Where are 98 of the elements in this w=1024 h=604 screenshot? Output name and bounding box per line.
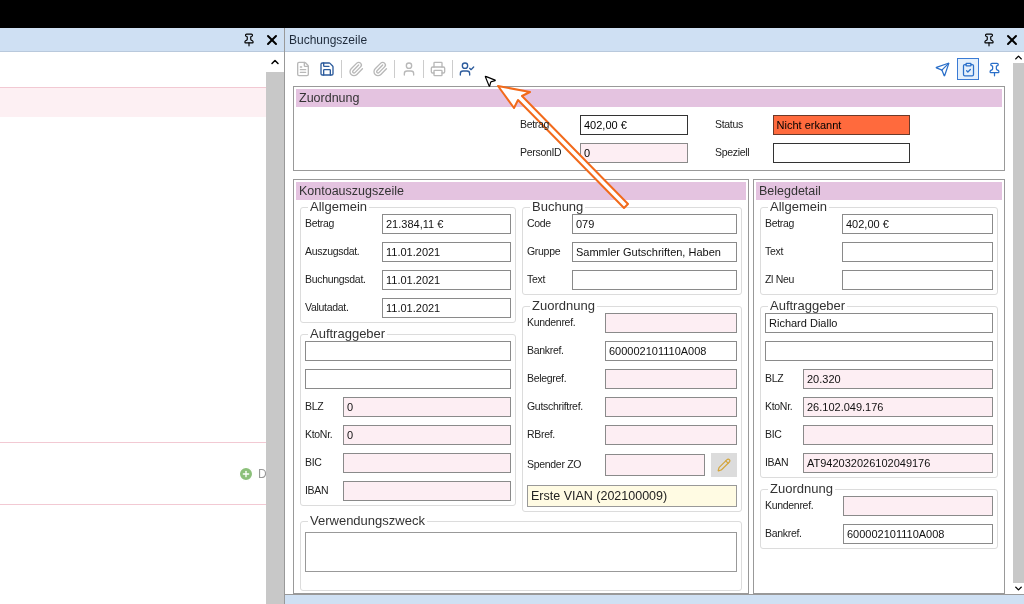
text-field[interactable] xyxy=(605,425,737,445)
text-field[interactable]: Sammler Gutschriften, Haben xyxy=(572,242,737,262)
field-label: BIC xyxy=(305,455,323,471)
text-field[interactable]: AT942032026102049176 xyxy=(803,453,993,473)
text-field[interactable] xyxy=(305,341,511,361)
edit-button[interactable] xyxy=(711,453,737,477)
text-field[interactable]: 0 xyxy=(580,143,688,163)
field-label: Spender ZO xyxy=(527,457,583,473)
field-label: IBAN xyxy=(305,483,330,499)
text-field[interactable]: 0 xyxy=(343,397,511,417)
text-field[interactable] xyxy=(803,425,993,445)
save-icon xyxy=(319,61,335,77)
scrollbar[interactable] xyxy=(266,52,284,604)
group-title: Allgemein xyxy=(309,200,369,214)
person-icon xyxy=(401,61,417,77)
scrollbar[interactable] xyxy=(1013,52,1024,594)
field-label: Kundenref. xyxy=(765,498,815,514)
printer-icon xyxy=(430,61,446,77)
text-field[interactable] xyxy=(605,369,737,389)
text-field[interactable] xyxy=(572,270,737,290)
group-title: Auftraggeber xyxy=(769,299,847,313)
text-field[interactable]: 11.01.2021 xyxy=(382,270,511,290)
field-label: Betrag xyxy=(765,216,796,232)
group-title: Zuordnung xyxy=(769,482,834,496)
pencil-icon xyxy=(717,458,731,472)
field-label: Speziell xyxy=(715,145,751,161)
field-label: Status xyxy=(715,117,744,133)
text-field[interactable]: 26.102.049.176 xyxy=(803,397,993,417)
text-field[interactable] xyxy=(842,270,993,290)
text-field[interactable]: 600002101110A008 xyxy=(605,341,737,361)
toolbar-button[interactable] xyxy=(957,58,979,80)
text-field[interactable]: Richard Diallo xyxy=(765,313,993,333)
text-field[interactable]: 20.320 xyxy=(803,369,993,389)
group-title: Verwendungszweck xyxy=(309,514,426,528)
group-title: Zuordnung xyxy=(531,299,596,313)
field-label: Auszugsdat. xyxy=(305,244,361,260)
text-field[interactable]: 11.01.2021 xyxy=(382,298,511,318)
text-field[interactable] xyxy=(305,369,511,389)
field-label: Bankref. xyxy=(527,343,565,359)
field-label: KtoNr. xyxy=(765,399,794,415)
section-header: Kontoauszugszeile xyxy=(296,182,746,200)
field-label: BLZ xyxy=(305,399,325,415)
group-title: Buchung xyxy=(531,200,585,214)
add-icon[interactable] xyxy=(238,465,254,482)
pin-icon xyxy=(986,61,1002,77)
text-field[interactable]: Nicht erkannt xyxy=(772,115,910,135)
text-field[interactable] xyxy=(842,242,993,262)
text-field[interactable]: 11.01.2021 xyxy=(382,242,511,262)
paperclip-icon xyxy=(372,61,388,77)
person-check-icon xyxy=(459,61,475,77)
field-label: Gutschriftref. xyxy=(527,399,584,415)
field-label: Bankref. xyxy=(765,526,803,542)
field-label: RBref. xyxy=(527,427,556,443)
pin-icon[interactable] xyxy=(242,32,256,47)
section-header: Zuordnung xyxy=(296,89,1002,107)
field-label: Text xyxy=(765,244,785,260)
field-label: Code xyxy=(527,216,552,232)
field-label: IBAN xyxy=(765,455,790,471)
text-field[interactable] xyxy=(605,313,737,333)
paperclip-icon xyxy=(348,61,364,77)
group-title: Auftraggeber xyxy=(309,327,387,341)
field-label: Betrag xyxy=(305,216,336,232)
text-field[interactable]: 21.384,11 € xyxy=(382,214,511,234)
text-field[interactable] xyxy=(343,481,511,501)
text-field[interactable] xyxy=(843,496,993,516)
section-header: Belegdetail xyxy=(756,182,1002,200)
text-field[interactable] xyxy=(605,397,737,417)
field-label: Gruppe xyxy=(527,244,562,260)
field-label: BLZ xyxy=(765,371,785,387)
scroll-down-icon[interactable] xyxy=(1013,583,1024,594)
pin-icon[interactable] xyxy=(982,32,996,47)
panel-title: Buchungszeile xyxy=(289,31,369,49)
send-icon xyxy=(934,61,950,77)
scroll-up-icon[interactable] xyxy=(1013,52,1024,63)
text-field[interactable]: 0 xyxy=(343,425,511,445)
text-area[interactable] xyxy=(305,532,737,572)
cursor-icon xyxy=(483,74,497,88)
text-field[interactable]: 079 xyxy=(572,214,737,234)
field-label: Kundenref. xyxy=(527,315,577,331)
group-title: Allgemein xyxy=(769,200,829,214)
text-field[interactable] xyxy=(605,454,705,476)
field-label: KtoNr. xyxy=(305,427,334,443)
text-field[interactable] xyxy=(772,143,910,163)
text-field[interactable] xyxy=(343,453,511,473)
field-label: Valutadat. xyxy=(305,300,350,316)
field-label: Zl Neu xyxy=(765,272,796,288)
field-label: BIC xyxy=(765,427,783,443)
text-field[interactable]: 402,00 € xyxy=(580,115,688,135)
document-icon xyxy=(295,61,311,77)
field-label: Text xyxy=(527,272,547,288)
text-field[interactable] xyxy=(765,341,993,361)
donor-info: Erste VIAN (202100009) xyxy=(527,485,737,507)
clipboard-check-icon xyxy=(960,61,976,77)
field-label: Belegref. xyxy=(527,371,568,387)
text-field[interactable]: 402,00 € xyxy=(842,214,993,234)
field-label: Buchungsdat. xyxy=(305,272,367,288)
text-field[interactable]: 600002101110A008 xyxy=(843,524,993,544)
field-label: PersonID xyxy=(520,145,563,161)
